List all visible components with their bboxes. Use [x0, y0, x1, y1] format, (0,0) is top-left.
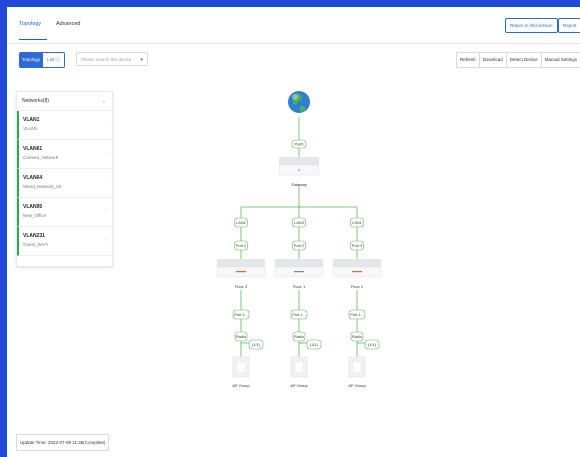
ap-group-device[interactable] — [290, 356, 308, 378]
radio-tag-label: Radio — [236, 335, 246, 339]
radio-tag[interactable]: Radio — [292, 331, 306, 342]
switch-device[interactable] — [216, 259, 266, 278]
network-description: New_Office — [23, 213, 47, 218]
chevron-down-icon: ⌄ — [101, 98, 106, 104]
lan-port-tag-label: LAN3 — [294, 221, 304, 225]
lan-port-tag[interactable]: LAN3 — [292, 217, 306, 228]
switch-port-tag-label: Port 2 — [294, 244, 304, 248]
port-indicator — [236, 271, 246, 273]
networks-header[interactable]: Networks(8) ⌄ — [17, 92, 112, 111]
chevron-right-icon: › — [105, 121, 107, 127]
network-name: VLAN1 — [23, 117, 40, 123]
gateway-device[interactable]: Gateway — [278, 157, 320, 187]
network-item-vlan1[interactable]: VLAN1 VLAN1 › — [17, 111, 112, 140]
radio-tag-label: Radio — [352, 335, 362, 339]
networks-header-label: Networks(8) — [22, 98, 49, 104]
internet-port-tag[interactable]: Port0 — [291, 139, 307, 149]
switch-device[interactable] — [332, 259, 382, 278]
networks-panel: Networks(8) ⌄ VLAN1 VLAN1 › VLAN61 Camer… — [16, 91, 113, 267]
switch-port-tag[interactable]: Port 2 — [234, 240, 248, 251]
lan-port-tag[interactable]: LAN2 — [234, 217, 248, 228]
network-name: VLAN231 — [23, 233, 45, 239]
port-indicator — [294, 271, 304, 273]
switch-port-tag[interactable]: Port 2 — [292, 240, 306, 251]
floor-label: Floor 3 — [235, 284, 248, 289]
network-description: VLAN1 — [23, 126, 38, 131]
network-description: Wired_Network_64 — [23, 184, 62, 189]
ap-count-tag-label: (1/1) — [310, 343, 319, 347]
downlink-port-tag-label: Port 1... — [234, 313, 247, 317]
network-item-vlan231[interactable]: VLAN231 Guest_Wi-Fi › — [17, 227, 112, 256]
ap-count-tag[interactable]: (1/1) — [248, 339, 264, 350]
radio-tag[interactable]: Radio — [234, 331, 248, 342]
globe-icon — [288, 91, 310, 113]
port-indicator — [352, 271, 362, 273]
ap-group-label: AP Group — [232, 383, 250, 388]
network-description: Guest_Wi-Fi — [23, 242, 49, 247]
switch-device[interactable] — [274, 259, 324, 278]
network-name: VLAN61 — [23, 146, 43, 152]
switch-port-tag[interactable]: Port 3 — [350, 240, 364, 251]
chevron-right-icon: › — [105, 237, 107, 243]
ap-count-tag[interactable]: (1/1) — [306, 339, 322, 350]
chevron-right-icon: › — [105, 208, 107, 214]
chevron-right-icon: › — [105, 179, 107, 185]
downlink-port-tag[interactable]: Port 1... — [232, 309, 250, 320]
radio-tag[interactable]: Radio — [350, 331, 364, 342]
ap-group-label: AP Group — [348, 383, 366, 388]
ap-count-tag-label: (1/1) — [368, 343, 377, 347]
lan-port-tag[interactable]: LAN1 — [350, 217, 364, 228]
network-name: VLAN95 — [23, 204, 43, 210]
downlink-port-tag-label: Port 1... — [292, 313, 305, 317]
floor-label: Floor 1 — [293, 284, 306, 289]
topology-links — [240, 117, 366, 357]
network-name: VLAN64 — [23, 175, 43, 181]
floor-label: Floor 2 — [351, 284, 364, 289]
network-item-vlan64[interactable]: VLAN64 Wired_Network_64 › — [17, 169, 112, 198]
main-window: Topology Advanced Return to Old version … — [7, 7, 580, 457]
chevron-right-icon: › — [105, 150, 107, 156]
downlink-port-tag[interactable]: Port 1... — [290, 309, 308, 320]
switch-port-tag-label: Port 2 — [236, 244, 246, 248]
internet-port-label: Port0 — [294, 143, 303, 147]
network-item-vlan61[interactable]: VLAN61 Camera_Network › — [17, 140, 112, 169]
ap-group-device[interactable] — [348, 356, 366, 378]
network-description: Camera_Network — [23, 155, 59, 160]
ap-count-tag-label: (1/1) — [252, 343, 261, 347]
network-item-vlan95[interactable]: VLAN95 New_Office › — [17, 198, 112, 227]
ap-count-tag[interactable]: (1/1) — [364, 339, 380, 350]
radio-tag-label: Radio — [294, 335, 304, 339]
switch-port-tag-label: Port 3 — [352, 244, 362, 248]
ap-group-device[interactable] — [232, 356, 250, 378]
downlink-port-tag[interactable]: Port 1... — [348, 309, 366, 320]
lan-port-tag-label: LAN1 — [352, 221, 362, 225]
lan-port-tag-label: LAN2 — [236, 221, 246, 225]
ap-group-label: AP Group — [290, 383, 308, 388]
gateway-label: Gateway — [291, 182, 307, 187]
update-time-status: Update Time: 2022-07-09 11:36(Complete) — [16, 434, 110, 451]
downlink-port-tag-label: Port 1... — [350, 313, 363, 317]
